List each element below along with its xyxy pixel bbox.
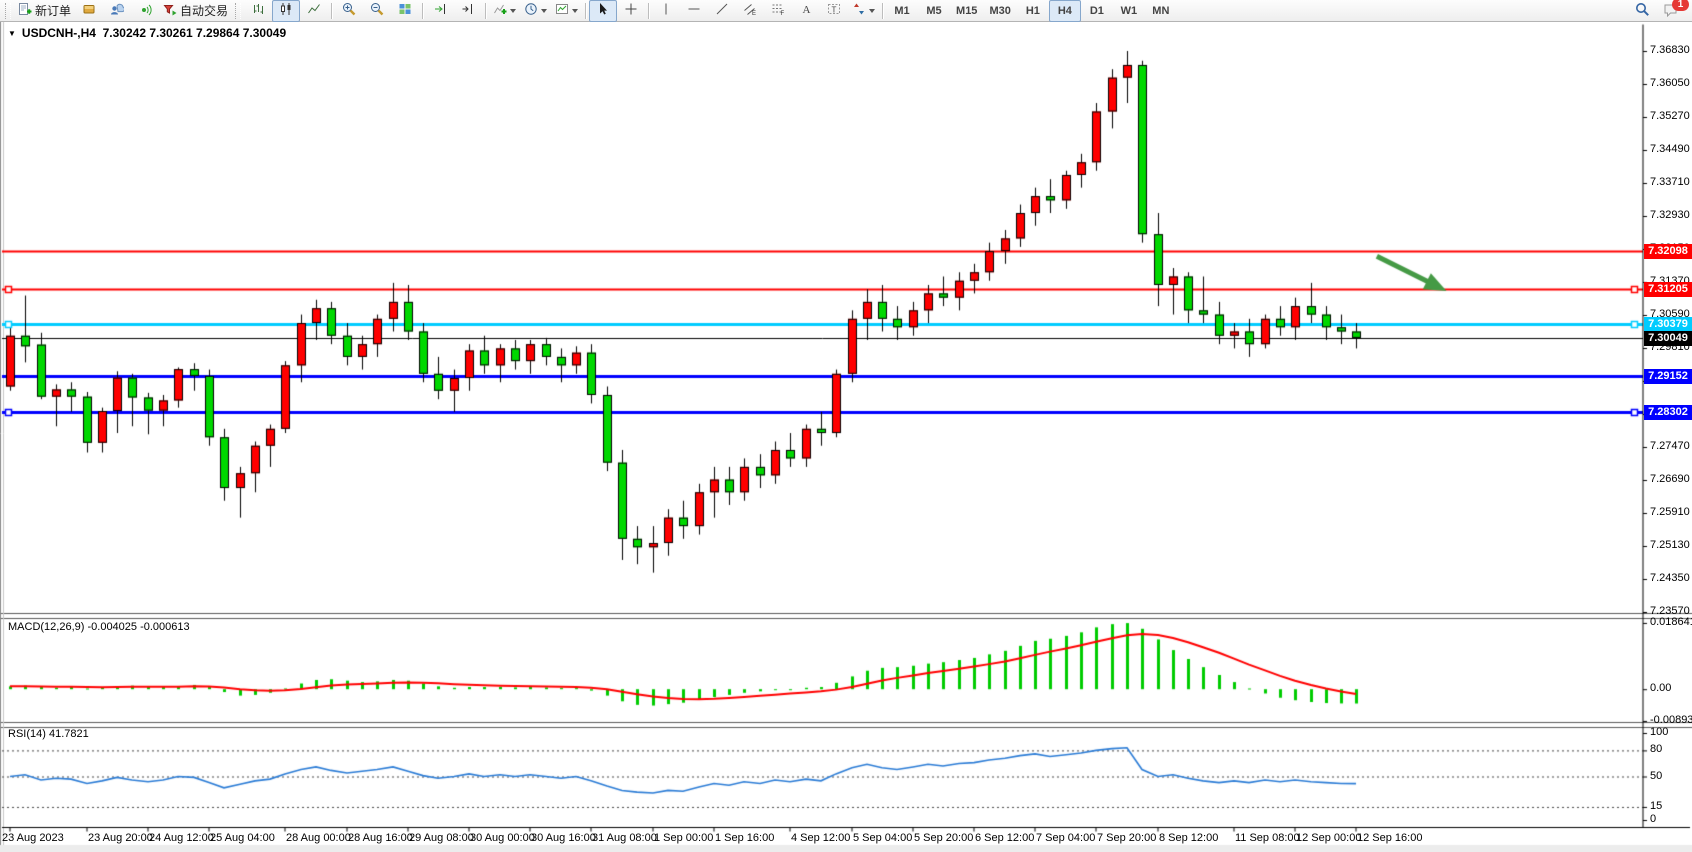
cursor-icon xyxy=(596,2,610,19)
crosshair-button[interactable] xyxy=(617,0,645,22)
toolbar-separator xyxy=(648,3,649,19)
zoom-out-button[interactable] xyxy=(363,0,391,22)
community-button[interactable] xyxy=(103,0,131,22)
timeframe-h4-button[interactable]: H4 xyxy=(1049,0,1081,22)
new-order-button[interactable]: 新订单 xyxy=(14,0,75,22)
svg-text:F: F xyxy=(781,11,785,16)
crosshair-icon xyxy=(624,2,638,19)
toolbar-separator xyxy=(422,3,423,19)
timeframe-m1-button[interactable]: M1 xyxy=(886,0,918,22)
svg-text:T: T xyxy=(832,6,837,15)
channel-tool-button[interactable]: E xyxy=(736,0,764,22)
svg-text:E: E xyxy=(752,11,756,16)
main-toolbar: 新订单 自动交易 xyxy=(0,0,1692,22)
horizontal-line-icon xyxy=(687,2,701,19)
bar-chart-icon xyxy=(251,2,265,19)
symbol-period-label: USDCNH-,H4 xyxy=(22,26,96,40)
rsi-indicator-label: RSI(14) 41.7821 xyxy=(8,728,89,740)
toolbar-separator xyxy=(585,3,586,19)
templates-icon xyxy=(555,2,569,19)
search-button[interactable] xyxy=(1628,0,1656,22)
chart-shift-icon xyxy=(461,2,475,19)
line-chart-icon xyxy=(307,2,321,19)
horizontal-line-tool-button[interactable] xyxy=(680,0,708,22)
auto-scroll-button[interactable] xyxy=(426,0,454,22)
dropdown-caret xyxy=(572,9,578,16)
notification-badge: 1 xyxy=(1672,0,1689,11)
zoom-out-icon xyxy=(370,2,384,19)
trendline-icon xyxy=(715,2,729,19)
chart-symbol-title: ▼ USDCNH-,H4 7.30242 7.30261 7.29864 7.30… xyxy=(8,26,286,40)
tile-windows-button[interactable] xyxy=(391,0,419,22)
zoom-in-icon xyxy=(342,2,356,19)
marketplace-icon xyxy=(82,2,96,19)
autotrading-button[interactable]: 自动交易 xyxy=(159,0,232,22)
candlestick-chart-icon xyxy=(279,2,293,19)
zoom-in-button[interactable] xyxy=(335,0,363,22)
new-order-icon xyxy=(18,2,32,19)
mt4-window: 新订单 自动交易 xyxy=(0,0,1692,852)
templates-button[interactable] xyxy=(551,0,582,22)
macd-indicator-label: MACD(12,26,9) -0.004025 -0.000613 xyxy=(8,621,190,633)
search-icon xyxy=(1635,2,1650,20)
timeframe-d1-button[interactable]: D1 xyxy=(1081,0,1113,22)
toolbar-separator xyxy=(485,3,486,19)
text-tool-button[interactable]: A xyxy=(792,0,820,22)
timeframe-m30-button[interactable]: M30 xyxy=(983,0,1016,22)
arrow-objects-icon xyxy=(852,2,866,19)
new-order-label: 新订单 xyxy=(35,2,71,19)
tile-windows-icon xyxy=(398,2,412,19)
community-user-icon xyxy=(110,2,124,19)
dropdown-caret xyxy=(510,9,516,16)
line-chart-button[interactable] xyxy=(300,0,328,22)
trendline-tool-button[interactable] xyxy=(708,0,736,22)
periods-button[interactable] xyxy=(520,0,551,22)
indicators-button[interactable] xyxy=(489,0,520,22)
fibonacci-tool-button[interactable]: F xyxy=(764,0,792,22)
notifications-button[interactable]: 1 xyxy=(1656,0,1684,22)
text-label-icon: T xyxy=(827,2,841,19)
autotrading-icon xyxy=(163,2,177,19)
equidistant-channel-icon: E xyxy=(743,2,757,19)
clock-icon xyxy=(524,2,538,19)
timeframe-mn-button[interactable]: MN xyxy=(1145,0,1177,22)
arrows-tool-button[interactable] xyxy=(848,0,879,22)
fibonacci-icon: F xyxy=(771,2,785,19)
candlestick-chart-button[interactable] xyxy=(272,0,300,22)
vertical-line-icon xyxy=(659,2,673,19)
cursor-button[interactable] xyxy=(589,0,617,22)
timeframe-w1-button[interactable]: W1 xyxy=(1113,0,1145,22)
toolbar-separator xyxy=(331,3,332,19)
chart-canvas[interactable] xyxy=(0,22,1692,852)
auto-scroll-icon xyxy=(433,2,447,19)
one-click-trading-icon[interactable]: ▼ xyxy=(8,29,16,38)
signals-icon xyxy=(138,2,152,19)
indicators-icon xyxy=(493,2,507,19)
vertical-line-tool-button[interactable] xyxy=(652,0,680,22)
ohlc-quotes-label: 7.30242 7.30261 7.29864 7.30049 xyxy=(103,26,287,40)
autotrading-label: 自动交易 xyxy=(180,2,228,19)
signals-button[interactable] xyxy=(131,0,159,22)
chart-window xyxy=(0,22,1692,852)
dropdown-caret xyxy=(869,9,875,16)
chart-shift-button[interactable] xyxy=(454,0,482,22)
toolbar-separator xyxy=(882,3,883,19)
dropdown-caret xyxy=(541,9,547,16)
toolbar-grip xyxy=(235,3,241,19)
bar-chart-button[interactable] xyxy=(244,0,272,22)
svg-text:A: A xyxy=(803,4,811,16)
text-label-tool-button[interactable]: T xyxy=(820,0,848,22)
timeframe-m5-button[interactable]: M5 xyxy=(918,0,950,22)
toolbar-grip xyxy=(5,3,11,19)
timeframe-h1-button[interactable]: H1 xyxy=(1017,0,1049,22)
marketplace-button[interactable] xyxy=(75,0,103,22)
timeframe-m15-button[interactable]: M15 xyxy=(950,0,983,22)
text-icon: A xyxy=(799,2,813,19)
